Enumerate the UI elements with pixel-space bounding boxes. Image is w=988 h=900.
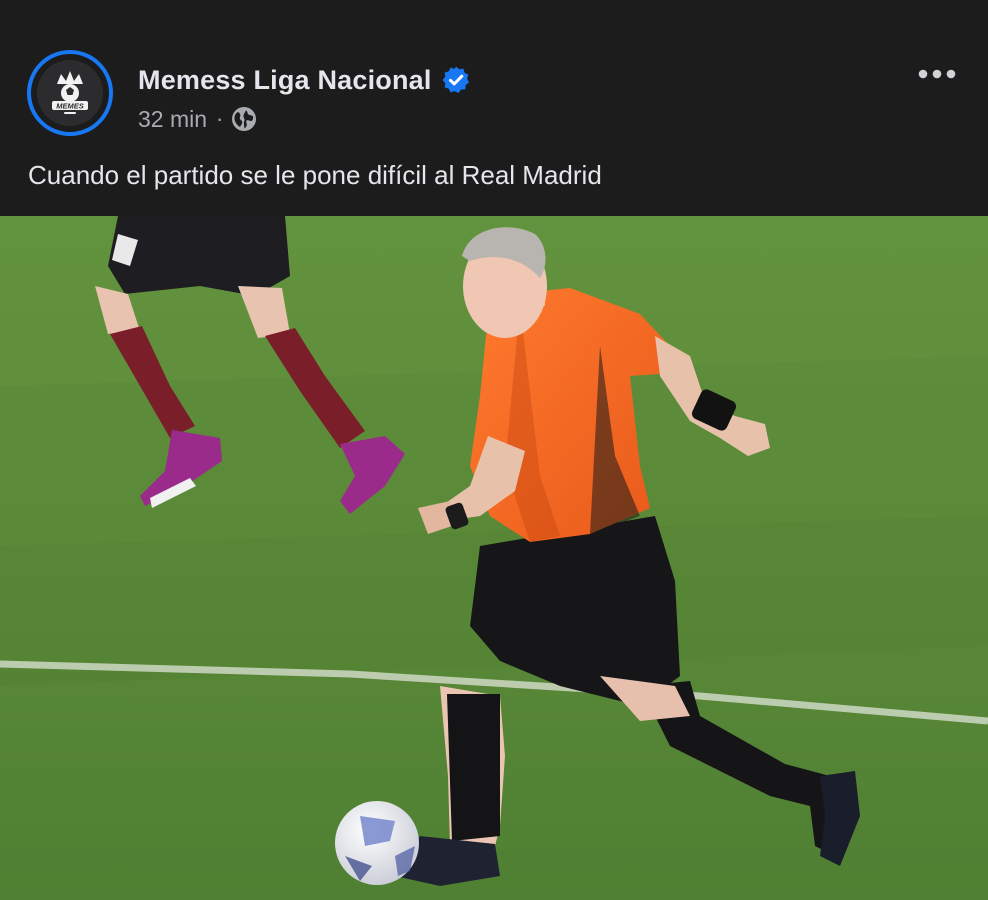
more-options-icon (918, 69, 956, 79)
page-avatar[interactable]: MEMES (27, 50, 113, 136)
more-options-button[interactable] (912, 58, 962, 90)
svg-text:MEMES: MEMES (56, 102, 84, 111)
page-name-row: Memess Liga Nacional (138, 60, 471, 100)
referee-photo (0, 216, 988, 900)
soccer-ball (335, 801, 419, 885)
page-name-link[interactable]: Memess Liga Nacional (138, 65, 432, 96)
post-header: MEMES Memess Liga Nacional 32 min · Cuan… (0, 0, 988, 216)
post-timestamp[interactable]: 32 min (138, 106, 207, 133)
page-logo: MEMES (37, 60, 103, 126)
globe-icon[interactable] (231, 106, 257, 132)
meta-separator: · (216, 106, 224, 131)
post-caption: Cuando el partido se le pone difícil al … (28, 160, 602, 190)
facebook-post: MEMES Memess Liga Nacional 32 min · Cuan… (0, 0, 988, 900)
post-meta: 32 min · (138, 102, 257, 136)
post-photo[interactable] (0, 216, 988, 900)
verified-badge-icon (442, 66, 469, 93)
